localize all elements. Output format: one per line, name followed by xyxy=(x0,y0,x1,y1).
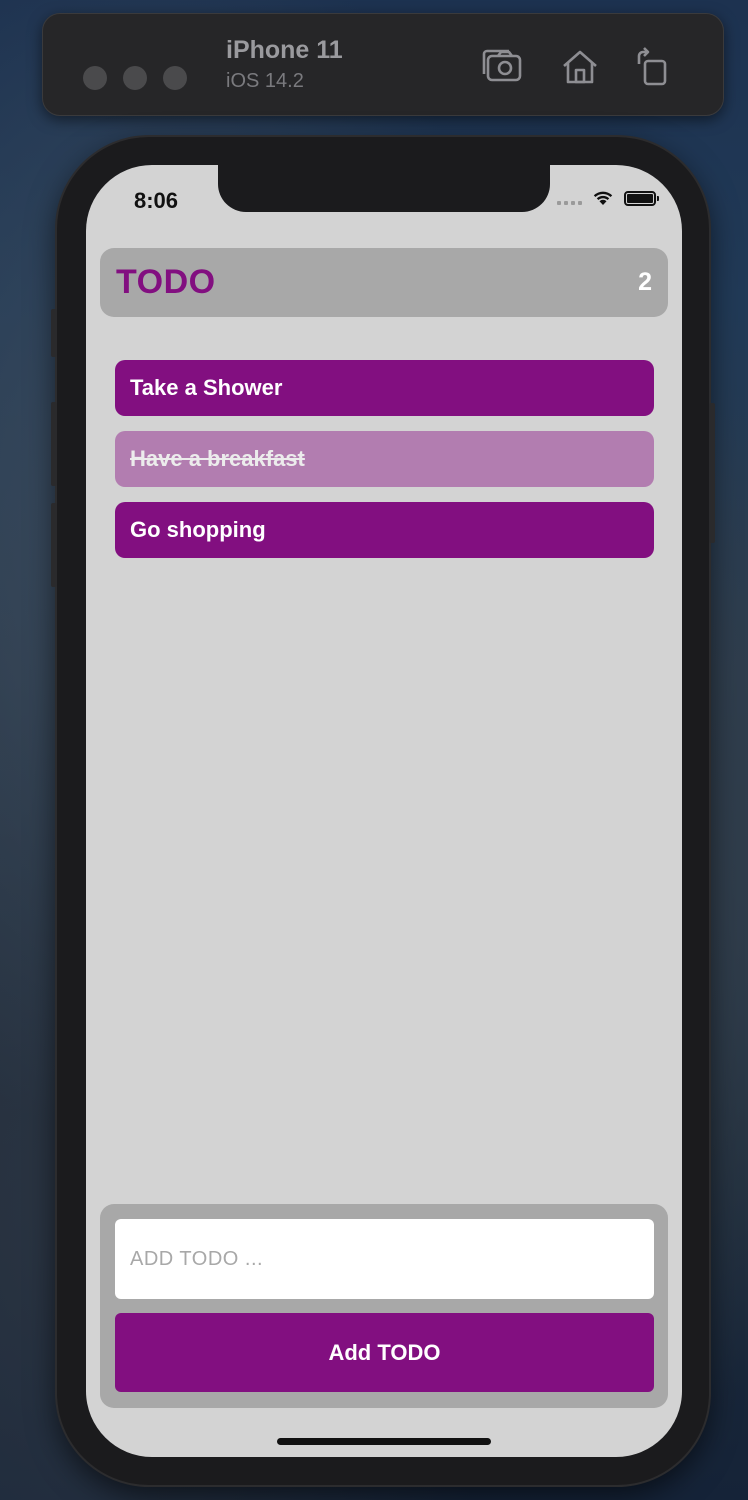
status-bar-icons xyxy=(557,190,659,206)
power-button xyxy=(709,403,715,543)
todo-header: TODO 2 xyxy=(100,248,668,317)
wifi-icon xyxy=(592,190,614,206)
todo-item-label: Have a breakfast xyxy=(130,446,305,471)
todo-item-go-shopping[interactable]: Go shopping xyxy=(115,502,654,558)
home-icon[interactable] xyxy=(557,44,603,90)
add-todo-input[interactable] xyxy=(115,1219,654,1299)
phone-frame: 8:06 TODO 2 Take a Shower Have a breakfa… xyxy=(51,137,715,1485)
mute-switch xyxy=(51,309,57,357)
simulator-toolbar: iPhone 11 iOS 14.2 xyxy=(42,13,724,116)
phone-screen: 8:06 TODO 2 Take a Shower Have a breakfa… xyxy=(86,165,682,1457)
todo-item-take-a-shower[interactable]: Take a Shower xyxy=(115,360,654,416)
page-title: TODO xyxy=(116,263,216,301)
screenshot-icon[interactable] xyxy=(479,44,525,90)
todo-item-have-a-breakfast[interactable]: Have a breakfast xyxy=(115,431,654,487)
todo-item-label: Go shopping xyxy=(130,517,266,542)
home-indicator[interactable] xyxy=(277,1438,491,1445)
volume-up-button xyxy=(51,402,57,486)
window-close-button[interactable] xyxy=(83,66,107,90)
volume-down-button xyxy=(51,503,57,587)
window-zoom-button[interactable] xyxy=(163,66,187,90)
device-name: iPhone 11 xyxy=(226,36,343,64)
window-minimize-button[interactable] xyxy=(123,66,147,90)
battery-icon xyxy=(624,190,659,206)
device-os-version: iOS 14.2 xyxy=(226,70,304,92)
add-todo-button[interactable]: Add TODO xyxy=(115,1313,654,1392)
rotate-icon[interactable] xyxy=(631,44,677,90)
notch xyxy=(218,165,550,212)
status-bar-time: 8:06 xyxy=(134,188,179,213)
todo-count-badge: 2 xyxy=(638,268,652,296)
add-todo-panel: Add TODO xyxy=(100,1204,668,1408)
todo-item-label: Take a Shower xyxy=(130,375,283,400)
cellular-signal-icon xyxy=(557,191,582,205)
todo-list: Take a Shower Have a breakfast Go shoppi… xyxy=(115,360,654,573)
